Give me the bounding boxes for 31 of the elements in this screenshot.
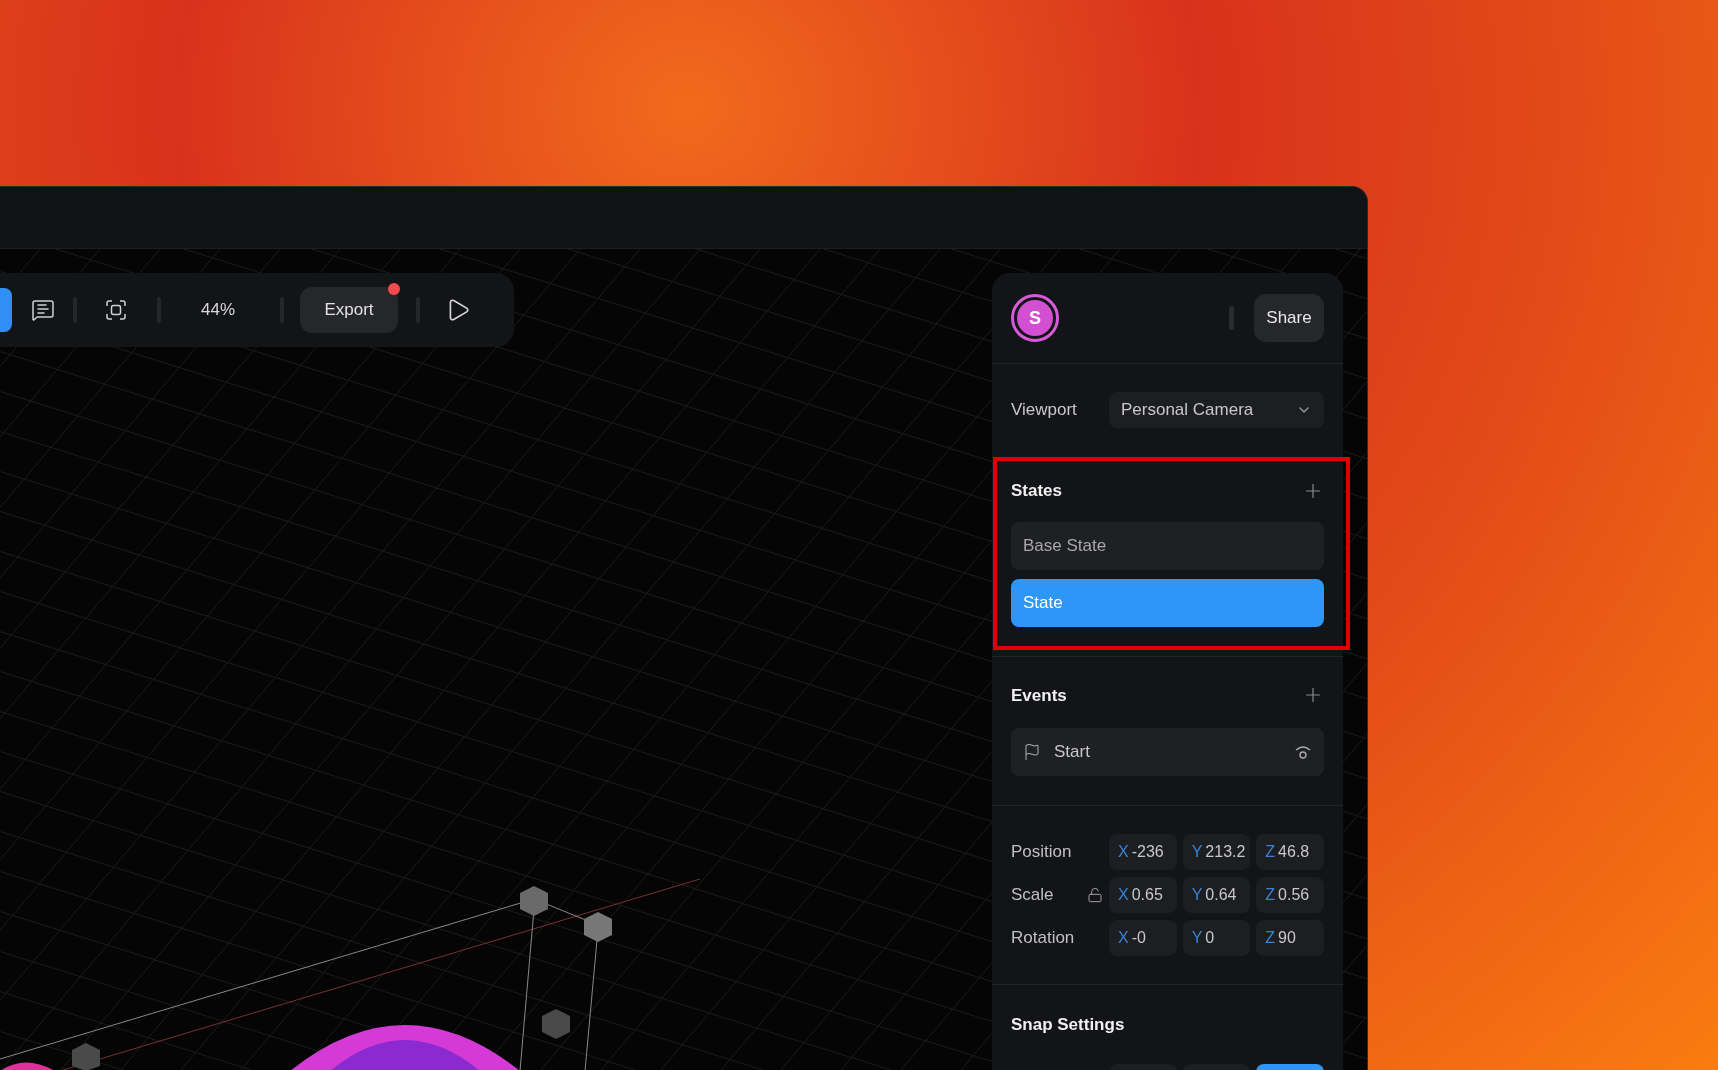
state-item[interactable]: Base State	[1011, 521, 1324, 570]
number-field[interactable]: Y 213.2	[1182, 834, 1251, 870]
zoom-level[interactable]: 44%	[201, 297, 236, 323]
signal-icon	[1294, 744, 1312, 760]
event-item[interactable]: Start	[1011, 728, 1324, 776]
vertical-divider	[1229, 306, 1234, 330]
comment-icon[interactable]	[31, 298, 55, 322]
number-field[interactable]: Z 0.56	[1256, 877, 1324, 913]
number-field[interactable]: Y 0.64	[1182, 877, 1251, 913]
section-title: Snap Settings	[1011, 1014, 1125, 1036]
number-field[interactable]: X 0.65	[1109, 877, 1177, 913]
number-field[interactable]: Y 0	[1182, 920, 1251, 956]
export-button[interactable]: Export	[300, 287, 399, 333]
share-button[interactable]: Share	[1254, 294, 1324, 342]
number-field[interactable]: Z 90	[1256, 920, 1324, 956]
user-avatar[interactable]: S	[1011, 294, 1059, 342]
number-field[interactable]: X -236	[1109, 834, 1177, 870]
number-field[interactable]: X -0	[1109, 920, 1177, 956]
viewport-dropdown[interactable]: Personal Camera	[1109, 392, 1324, 428]
flag-icon	[1023, 743, 1041, 761]
property-label: Scale	[1011, 884, 1055, 907]
frame-icon[interactable]	[104, 298, 128, 322]
number-field[interactable]: Z 46.8	[1256, 834, 1324, 870]
property-label: Position	[1011, 841, 1073, 864]
property-label: Rotation	[1011, 927, 1076, 950]
section-title: Events	[1011, 684, 1067, 707]
tool-button[interactable]	[0, 288, 12, 332]
viewport-label: Viewport	[1011, 399, 1078, 422]
event-label: Start	[1054, 741, 1090, 764]
section-title: States	[1011, 480, 1063, 502]
unlock-icon[interactable]	[1087, 887, 1103, 903]
